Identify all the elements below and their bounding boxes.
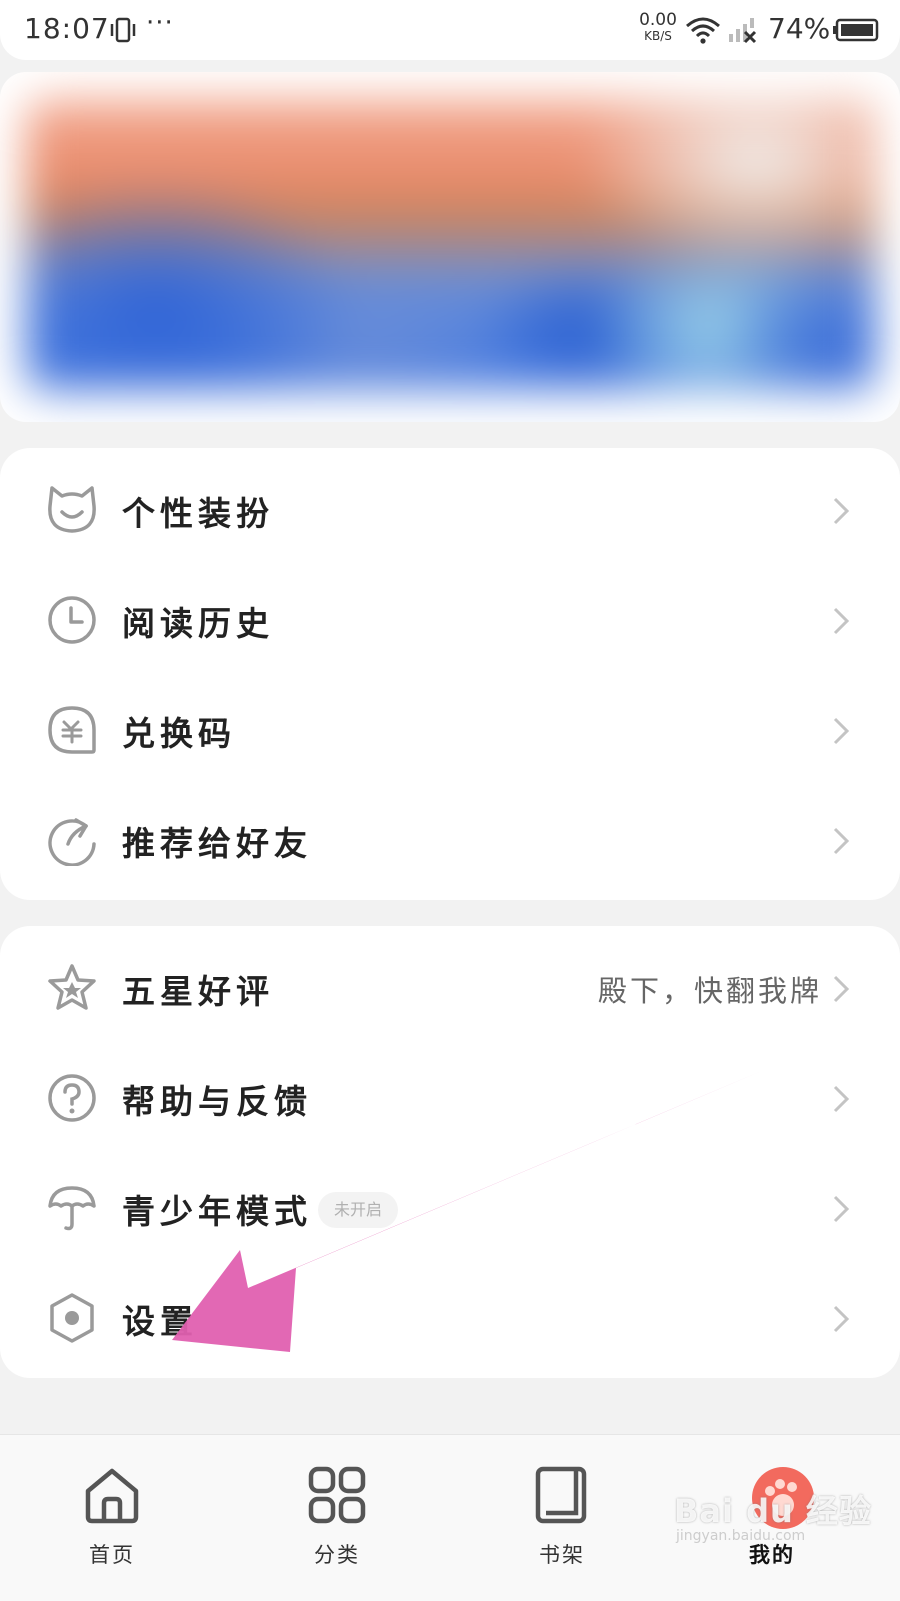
nav-item-bookshelf[interactable]: 书架 (502, 1435, 622, 1601)
clock-icon (46, 594, 98, 646)
nav-label: 书架 (539, 1543, 585, 1567)
menu-item-label: 兑换码 (122, 714, 236, 753)
chevron-right-icon (832, 1084, 850, 1114)
menu-item-label: 推荐给好友 (122, 824, 312, 863)
menu-card-secondary: 五星好评 殿下，快翻我牌 帮助与反馈 青少年模式 未开启 设置 (0, 926, 900, 1378)
menu-item-label: 五星好评 (122, 972, 274, 1011)
chevron-right-icon (832, 974, 850, 1004)
menu-item-settings[interactable]: 设置 (0, 1262, 900, 1372)
bookshelf-icon (532, 1465, 592, 1525)
chevron-right-icon (832, 826, 850, 856)
home-icon (82, 1465, 142, 1525)
banner-image (26, 100, 876, 390)
umbrella-icon (46, 1182, 98, 1234)
status-more-icon: ··· (146, 8, 174, 38)
nav-item-home[interactable]: 首页 (52, 1435, 172, 1601)
chevron-right-icon (832, 716, 850, 746)
redeem-code-icon (46, 704, 98, 756)
promo-banner[interactable] (0, 72, 900, 422)
menu-item-label: 阅读历史 (122, 604, 274, 643)
settings-hexagon-icon (46, 1292, 98, 1344)
vibrate-icon (110, 16, 136, 48)
network-speed-unit: KB/S (644, 29, 672, 43)
battery-percent: 74% (768, 12, 831, 45)
menu-card-primary: 个性装扮 阅读历史 兑换码 推荐给好友 (0, 448, 900, 900)
menu-item-teen-mode[interactable]: 青少年模式 未开启 (0, 1152, 900, 1262)
chevron-right-icon (832, 1304, 850, 1334)
share-arrow-icon (46, 814, 98, 867)
nav-label: 首页 (89, 1543, 135, 1567)
help-circle-icon (46, 1072, 98, 1124)
menu-item-label: 帮助与反馈 (122, 1082, 312, 1121)
menu-item-help-feedback[interactable]: 帮助与反馈 (0, 1042, 900, 1152)
menu-item-personal-dressup[interactable]: 个性装扮 (0, 454, 900, 564)
wifi-icon (685, 16, 721, 48)
watermark-url: jingyan.baidu.com (676, 1528, 806, 1544)
watermark: Bai du 经验 (674, 1492, 872, 1530)
teen-mode-status-badge: 未开启 (318, 1192, 399, 1228)
status-time: 18:07 (24, 12, 110, 45)
menu-item-reading-history[interactable]: 阅读历史 (0, 564, 900, 674)
chevron-right-icon (832, 1194, 850, 1224)
menu-item-redeem-code[interactable]: 兑换码 (0, 674, 900, 784)
chevron-right-icon (832, 606, 850, 636)
status-bar: 18:07 ··· 0.00 KB/S 74% (0, 0, 900, 60)
category-grid-icon (307, 1465, 367, 1525)
review-prompt-text: 殿下，快翻我牌 (597, 974, 822, 1008)
menu-item-label: 设置 (122, 1302, 198, 1341)
star-icon (46, 962, 98, 1014)
network-speed: 0.00 KB/S (638, 12, 678, 44)
menu-item-recommend-friends[interactable]: 推荐给好友 (0, 784, 900, 894)
menu-item-five-star-review[interactable]: 五星好评 殿下，快翻我牌 (0, 932, 900, 1042)
battery-icon (833, 18, 879, 46)
menu-item-label: 青少年模式 (122, 1192, 312, 1231)
cat-face-icon (46, 484, 98, 536)
nav-label: 分类 (314, 1543, 360, 1567)
signal-icon (728, 16, 758, 48)
network-speed-value: 0.00 (639, 10, 677, 30)
nav-item-category[interactable]: 分类 (277, 1435, 397, 1601)
menu-item-label: 个性装扮 (122, 494, 274, 533)
chevron-right-icon (832, 496, 850, 526)
